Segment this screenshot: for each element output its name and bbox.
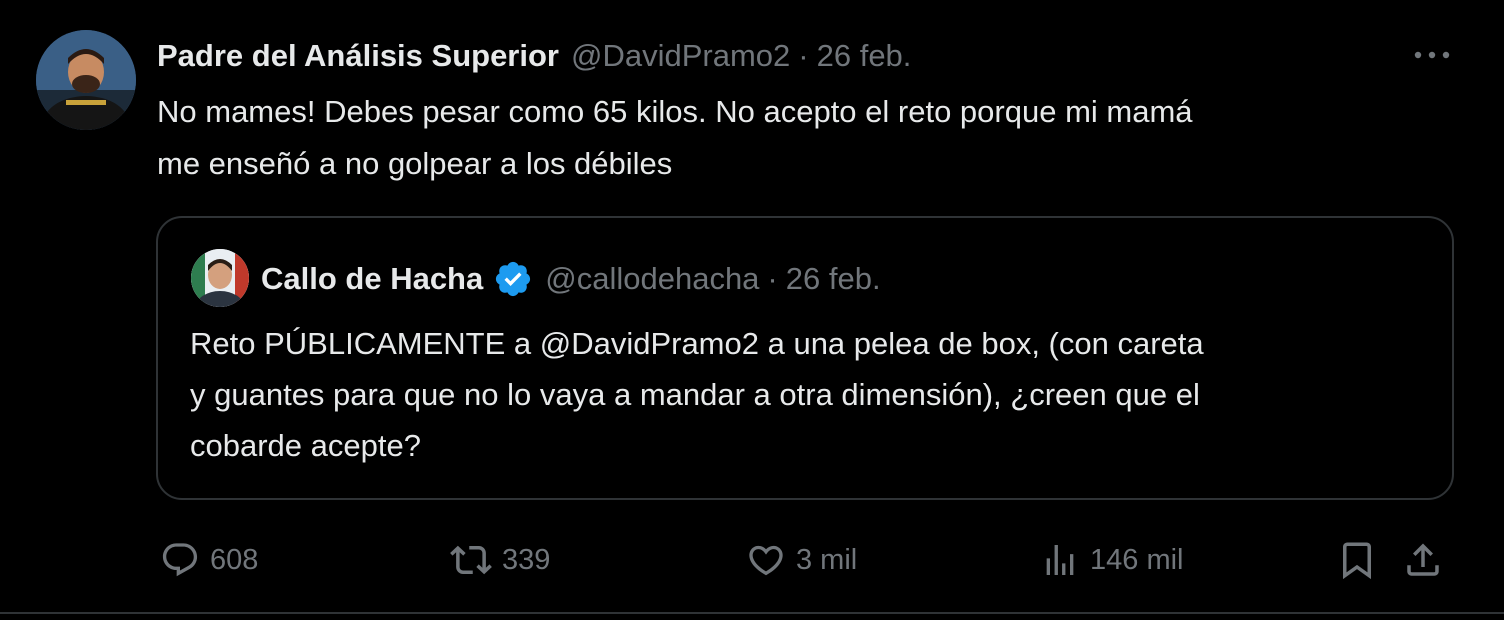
tweet-text-line: me enseñó a no golpear a los débiles <box>157 146 673 181</box>
bookmark-icon <box>1336 539 1378 581</box>
action-bar: 608 339 3 mil 146 mil <box>0 530 1504 590</box>
author-avatar[interactable] <box>36 30 136 130</box>
tweet-header: Padre del Análisis Superior @DavidPramo2… <box>157 36 911 76</box>
quoted-author-name: Callo de Hacha <box>261 261 484 296</box>
quoted-tweet-header: Callo de Hacha @callodehacha · 26 feb. <box>261 258 881 300</box>
like-count: 3 mil <box>796 543 858 576</box>
quoted-text-line: Reto PÚBLICAMENTE a @DavidPramo2 a una p… <box>190 326 1204 361</box>
quoted-text-line: cobarde acepte? <box>190 428 421 463</box>
reply-icon <box>160 540 200 580</box>
quoted-header-separator: · <box>767 261 778 296</box>
tweet-text: No mames! Debes pesar como 65 kilos. No … <box>157 86 1457 190</box>
reply-button[interactable]: 608 <box>160 530 258 590</box>
views-button[interactable]: 146 mil <box>1040 530 1184 590</box>
like-button[interactable]: 3 mil <box>746 530 857 590</box>
more-horizontal-icon[interactable] <box>1410 40 1454 70</box>
quoted-author-avatar <box>191 249 249 307</box>
quoted-tweet-date: 26 feb. <box>785 261 881 296</box>
reply-count: 608 <box>210 543 259 576</box>
quoted-tweet[interactable]: Callo de Hacha @callodehacha · 26 feb. R… <box>156 216 1454 500</box>
retweet-count: 339 <box>502 543 551 576</box>
quoted-text-line: y guantes para que no lo vaya a mandar a… <box>190 377 1200 412</box>
verified-badge-icon <box>493 259 533 299</box>
retweet-icon <box>450 539 492 581</box>
tweet-date[interactable]: 26 feb. <box>817 38 912 74</box>
share-icon <box>1402 539 1444 581</box>
divider <box>0 612 1504 614</box>
like-icon <box>746 540 786 580</box>
author-handle[interactable]: @DavidPramo2 <box>571 38 790 74</box>
author-name[interactable]: Padre del Análisis Superior <box>157 38 559 74</box>
bookmark-button[interactable] <box>1336 530 1378 590</box>
header-separator: · <box>798 38 809 73</box>
views-icon <box>1040 540 1080 580</box>
share-button[interactable] <box>1402 530 1444 590</box>
views-count: 146 mil <box>1090 543 1184 576</box>
tweet-text-line: No mames! Debes pesar como 65 kilos. No … <box>157 94 1193 129</box>
quoted-author-handle: @callodehacha <box>545 261 760 296</box>
retweet-button[interactable]: 339 <box>450 530 550 590</box>
quoted-tweet-text: Reto PÚBLICAMENTE a @DavidPramo2 a una p… <box>190 318 1430 471</box>
tweet: Padre del Análisis Superior @DavidPramo2… <box>0 0 1504 620</box>
